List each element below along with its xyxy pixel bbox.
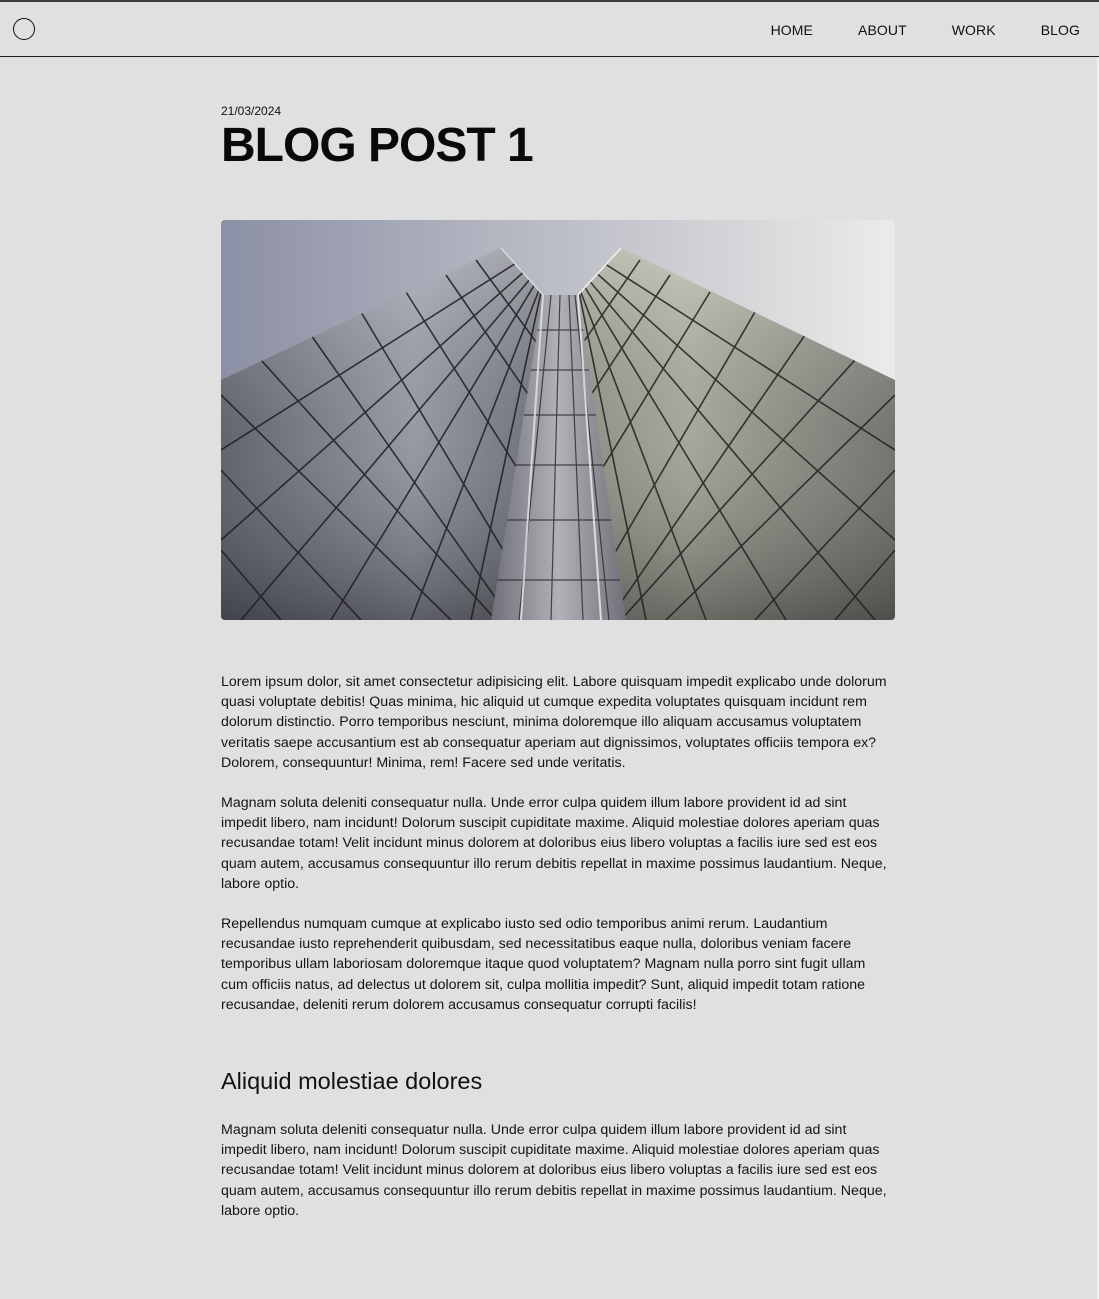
post-title: BLOG POST 1 [221,119,534,172]
section-paragraph: Magnam soluta deleniti consequatur nulla… [221,1122,887,1219]
post-paragraph: Repellendus numquam cumque at explicabo … [221,916,866,1013]
main-nav: HOME ABOUT WORK BLOG [771,2,1080,57]
section-heading: Aliquid molestiae dolores [221,1068,483,1094]
nav-link-blog[interactable]: BLOG [1041,22,1080,38]
post-date: 21/03/2024 [221,104,282,118]
nav-link-work[interactable]: WORK [952,22,996,38]
nav-link-home[interactable]: HOME [771,22,813,38]
post-paragraph: Magnam soluta deleniti consequatur nulla… [221,795,887,892]
post-hero-image [221,220,895,620]
nav-link-about[interactable]: ABOUT [858,22,907,38]
skyscraper-image [221,220,895,620]
post-paragraph: Lorem ipsum dolor, sit amet consectetur … [221,674,887,771]
circle-logo-icon[interactable] [13,18,35,40]
site-header: HOME ABOUT WORK BLOG [0,2,1099,57]
